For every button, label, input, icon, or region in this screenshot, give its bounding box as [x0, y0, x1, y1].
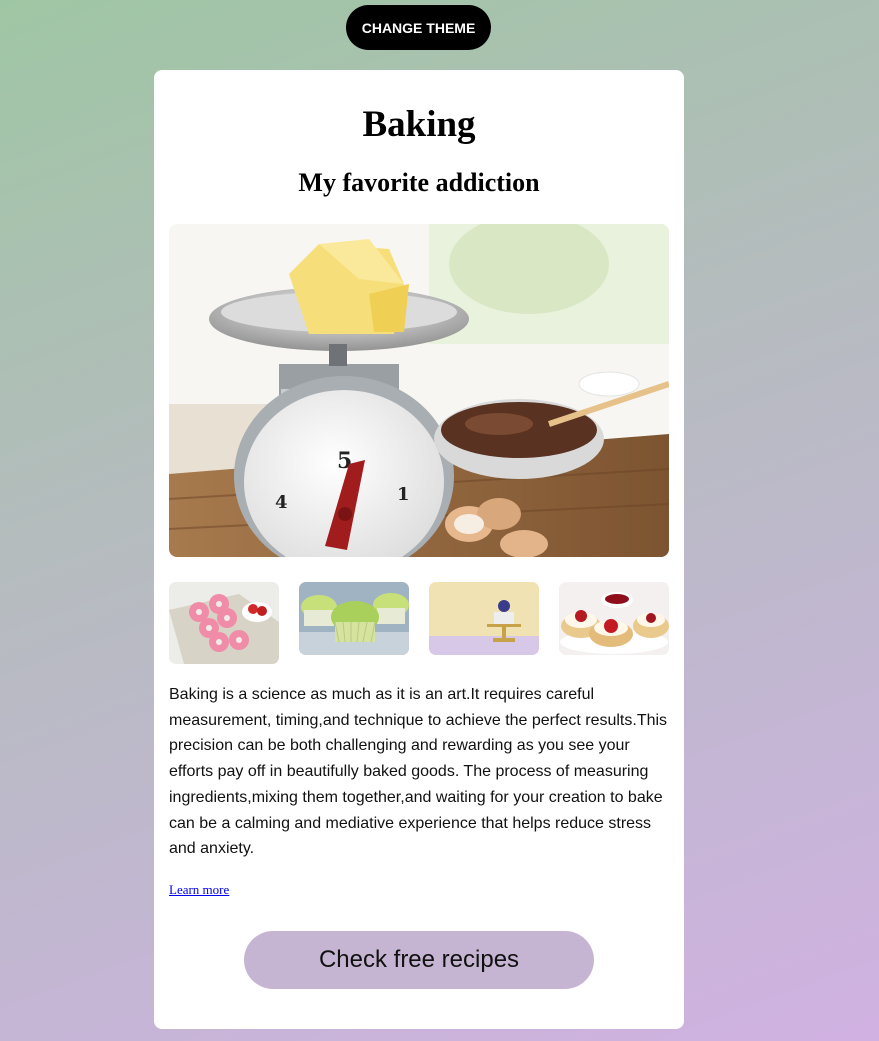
thumbnail-donuts[interactable] [169, 582, 279, 664]
thumbnail-cake-stand[interactable] [429, 582, 539, 655]
hero-image: 5 4 1 [169, 224, 669, 557]
page-title: Baking [362, 104, 476, 145]
thumbnail-scones[interactable] [559, 582, 669, 655]
page-subtitle: My favorite addiction [298, 168, 540, 197]
description-text: Baking is a science as much as it is an … [169, 686, 668, 858]
change-theme-button[interactable]: CHANGE THEME [346, 5, 491, 50]
check-free-recipes-button[interactable]: Check free recipes [244, 931, 594, 989]
content-card: Baking My favorite addiction 5 4 1 Bakin… [154, 70, 684, 1029]
thumbnail-cupcakes[interactable] [299, 582, 409, 655]
svg-text:4: 4 [275, 492, 288, 513]
learn-more-link[interactable]: Learn more [169, 882, 229, 898]
svg-text:1: 1 [397, 484, 410, 505]
